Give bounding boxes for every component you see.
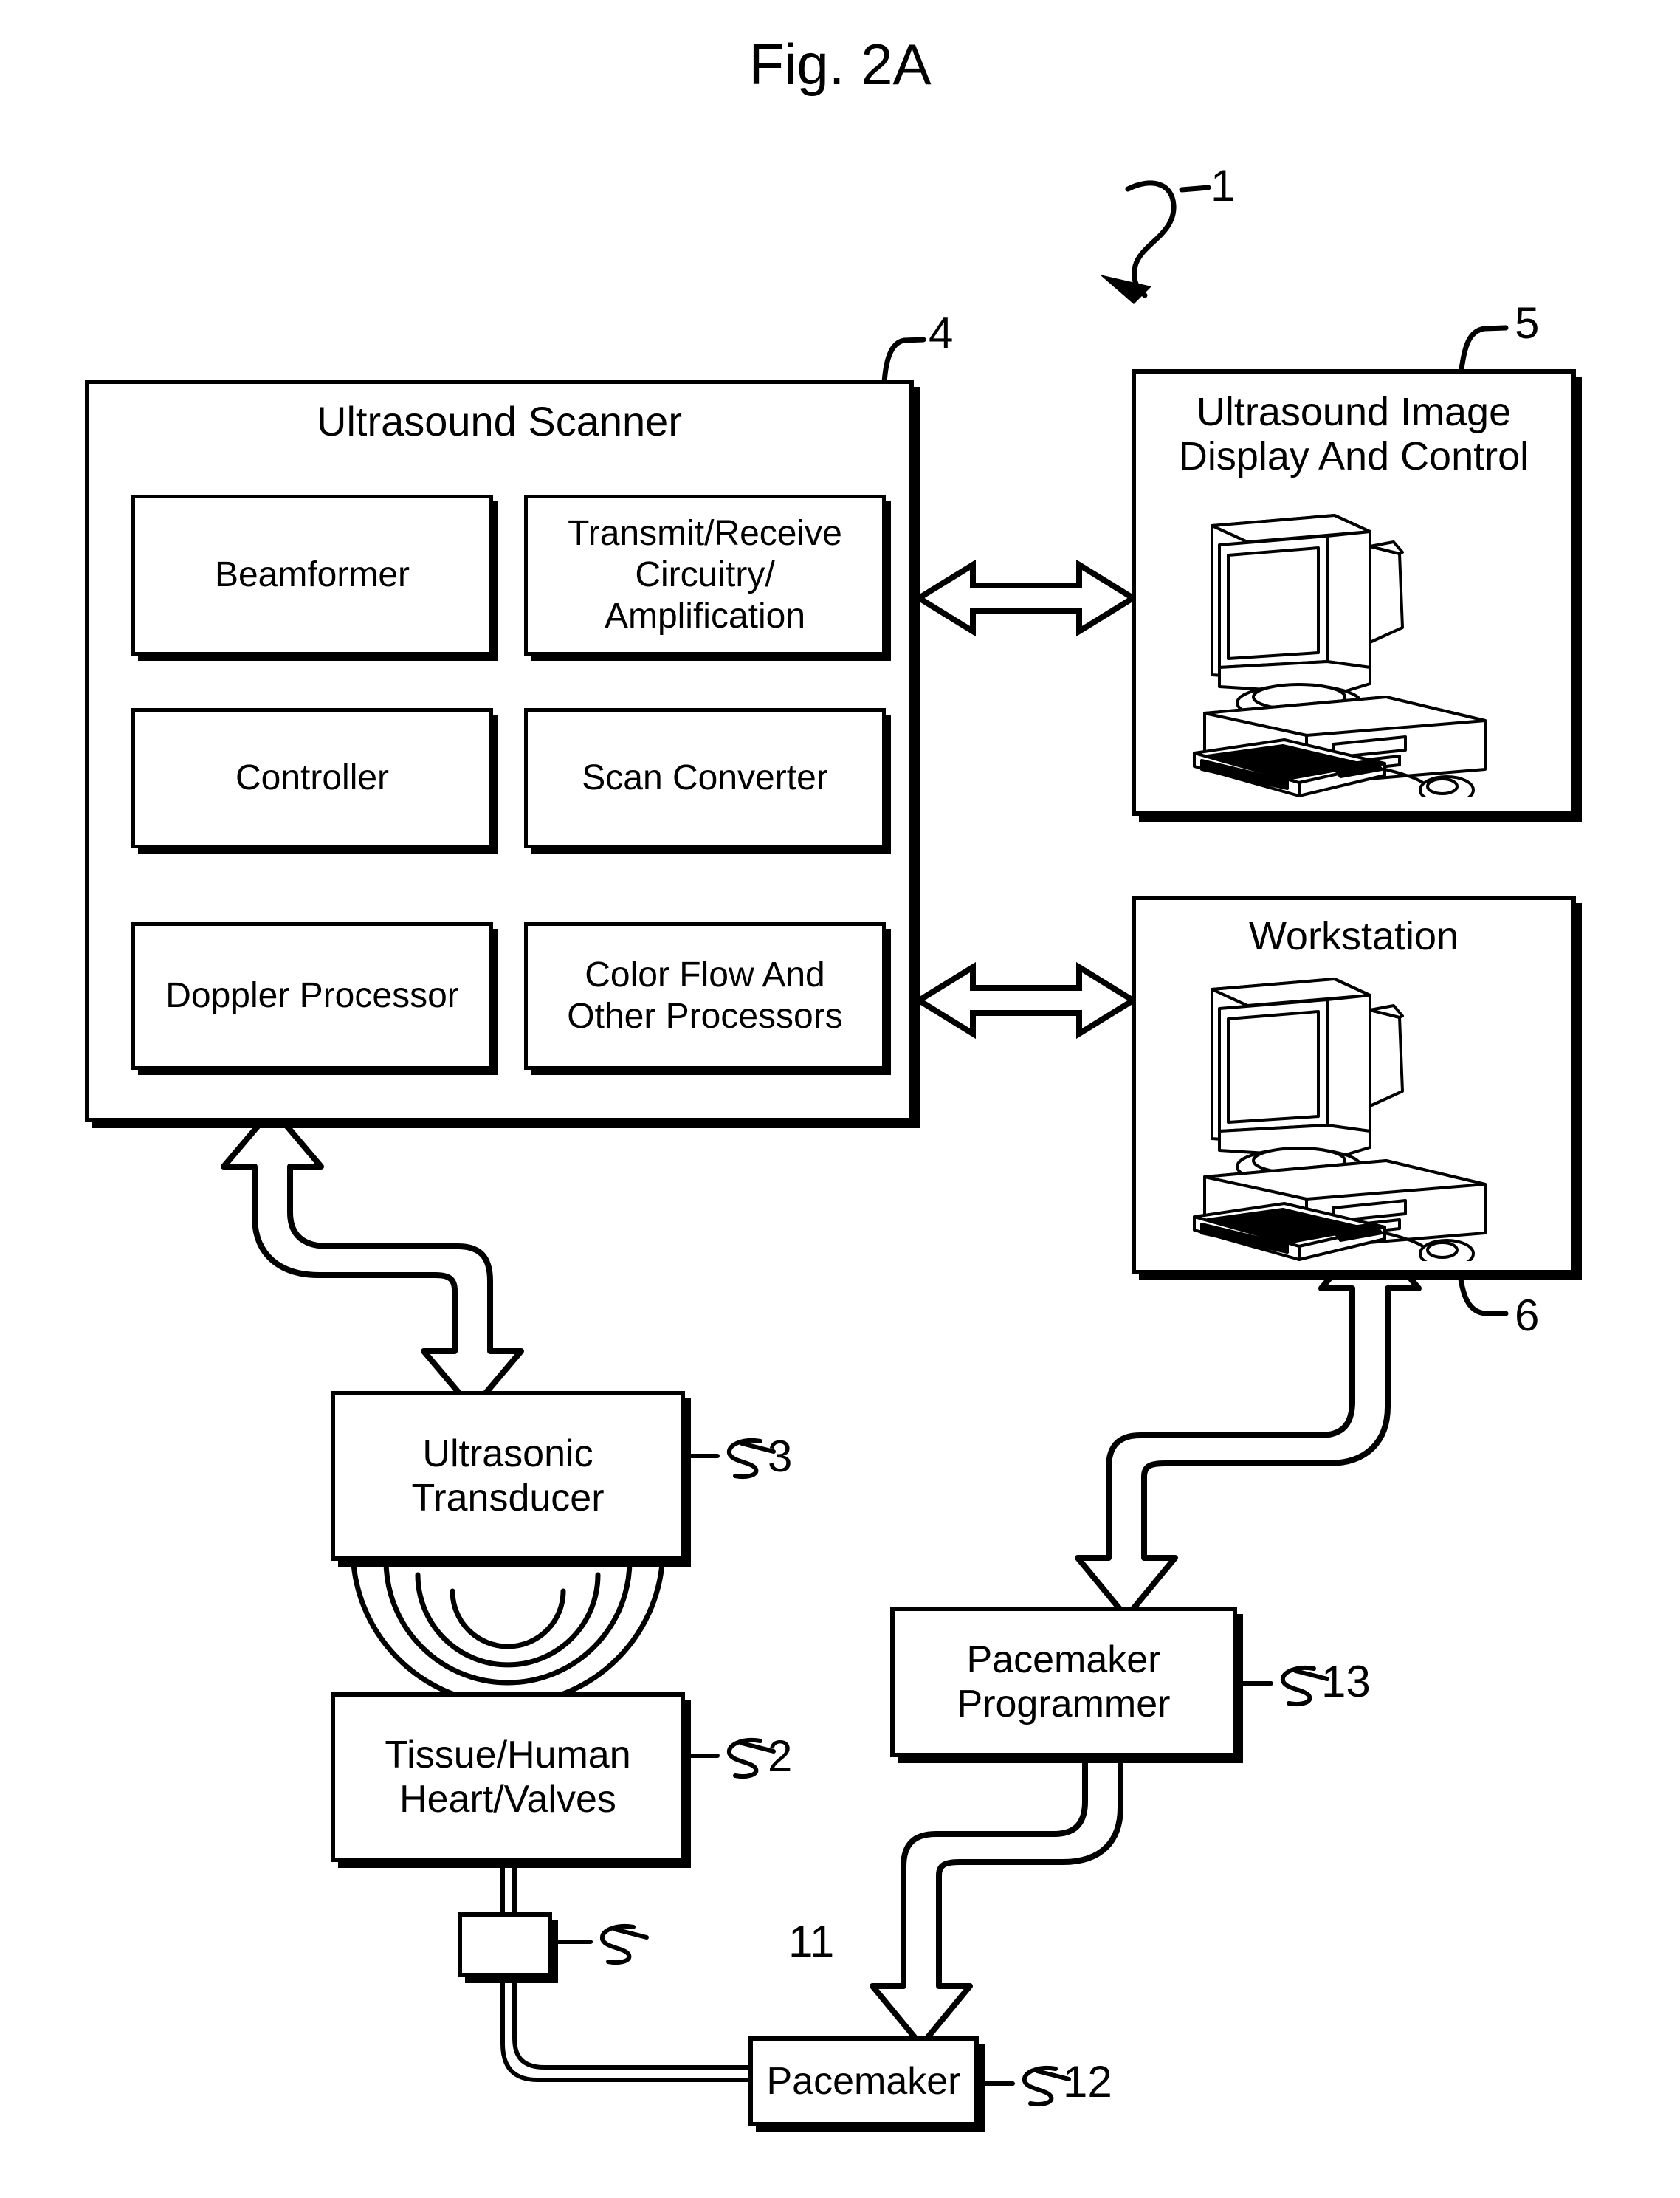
system-ref-leader — [1100, 180, 1211, 304]
module-beamformer-label: Beamformer — [214, 554, 410, 594]
scanner-ref-number: 4 — [929, 309, 954, 358]
module-scan-converter[interactable]: Scan Converter — [524, 708, 886, 848]
scanner-transducer-arrow — [221, 1106, 524, 1412]
module-color-flow-and-other-processors[interactable]: Color Flow And Other Processors — [524, 922, 886, 1070]
module-doppler-processor[interactable]: Doppler Processor — [131, 922, 493, 1070]
desktop-computer-icon — [1193, 978, 1487, 1261]
module-transmit-receive-label: Transmit/Receive Circuitry/ Amplificatio… — [568, 513, 842, 636]
display-ref-leader — [1459, 325, 1509, 372]
lead-component-ref-number: 11 — [788, 1917, 835, 1966]
pacemaker-programmer-box[interactable]: Pacemaker Programmer — [890, 1607, 1237, 1757]
pacemaker-programmer-label: Pacemaker Programmer — [957, 1638, 1171, 1725]
transducer-ref-leader — [682, 1438, 776, 1479]
scanner-display-arrow — [913, 559, 1139, 637]
pacemaker-box[interactable]: Pacemaker — [748, 2036, 979, 2126]
ultrasound-wave-arcs — [350, 1546, 666, 1707]
ultrasonic-transducer-label: Ultrasonic Transducer — [411, 1432, 605, 1519]
workstation-ref-number: 6 — [1515, 1291, 1540, 1340]
module-doppler-processor-label: Doppler Processor — [165, 975, 459, 1015]
programmer-ref-number: 13 — [1321, 1657, 1371, 1706]
tissue-human-heart-valves-label: Tissue/Human Heart/Valves — [385, 1733, 631, 1821]
scanner-workstation-arrow — [913, 961, 1139, 1040]
transducer-ref-number: 3 — [768, 1432, 793, 1481]
tissue-ref-number: 2 — [768, 1731, 793, 1781]
lead-component-ref-leader — [556, 1924, 649, 1965]
pacemaker-label: Pacemaker — [766, 2059, 961, 2103]
ultrasonic-transducer-box[interactable]: Ultrasonic Transducer — [331, 1391, 685, 1561]
patent-figure-2a: Fig. 2A Ultrasound Scanner Beamformer Tr… — [0, 0, 1680, 2198]
system-ref-number: 1 — [1211, 161, 1236, 210]
figure-title: Fig. 2A — [748, 32, 932, 97]
display-control-title: Ultrasound Image Display And Control — [1178, 390, 1529, 479]
scanner-ref-leader — [881, 337, 926, 385]
module-color-flow-label: Color Flow And Other Processors — [567, 955, 843, 1036]
module-beamformer[interactable]: Beamformer — [131, 495, 493, 656]
module-transmit-receive-circuitry-amplification[interactable]: Transmit/Receive Circuitry/ Amplificatio… — [524, 495, 886, 656]
pacemaker-ref-number: 12 — [1063, 2057, 1112, 2106]
module-controller[interactable]: Controller — [131, 708, 493, 848]
module-controller-label: Controller — [235, 758, 390, 797]
programmer-workstation-arrow — [1075, 1227, 1422, 1620]
lead-component-box[interactable] — [458, 1912, 552, 1977]
programmer-ref-leader — [1235, 1666, 1329, 1706]
workstation-title: Workstation — [1248, 914, 1459, 958]
pacemaker-ref-leader — [977, 2066, 1071, 2106]
module-scan-converter-label: Scan Converter — [582, 758, 828, 797]
tissue-human-heart-valves-box[interactable]: Tissue/Human Heart/Valves — [331, 1692, 685, 1862]
display-control-ref-number: 5 — [1515, 298, 1540, 348]
workstation-ref-leader — [1457, 1271, 1509, 1316]
ultrasound-scanner-title: Ultrasound Scanner — [317, 398, 682, 444]
tissue-ref-leader — [682, 1738, 776, 1779]
desktop-computer-icon — [1193, 514, 1487, 797]
